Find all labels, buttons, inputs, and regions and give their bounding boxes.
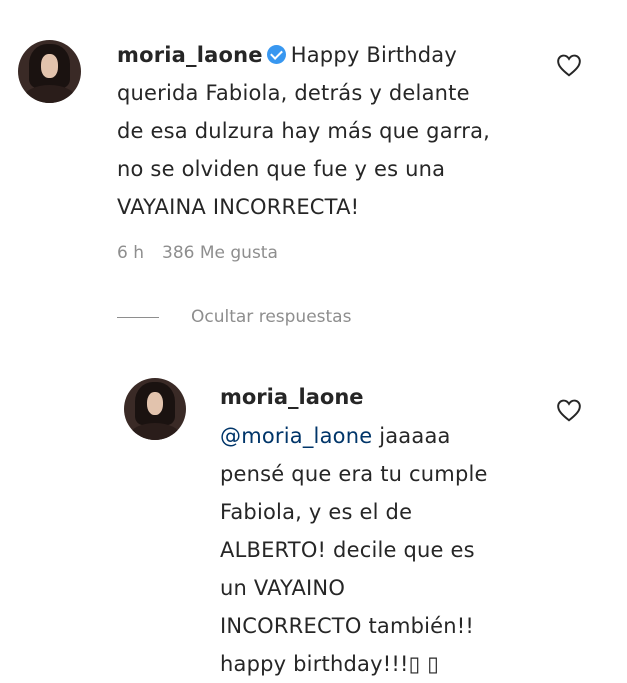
comment-time[interactable]: 6 h — [117, 243, 144, 263]
comment-line: no se olviden que fue y es una — [117, 157, 446, 181]
comment-meta: 6 h 386 Me gusta — [117, 243, 296, 263]
avatar-body — [130, 422, 180, 440]
like-reply-heart-icon[interactable] — [556, 398, 582, 422]
comment-username[interactable]: moria_laone — [117, 43, 263, 67]
reply-line: jaaaaa — [372, 424, 451, 448]
hide-replies-button[interactable]: Ocultar respuestas — [117, 307, 351, 327]
reply-body: @moria_laone jaaaaa pensé que era tu cum… — [220, 417, 488, 683]
reply-line: happy birthday!!!▯ ▯ — [220, 652, 439, 676]
verified-badge-icon — [266, 45, 286, 64]
reply-line: pensé que era tu cumple — [220, 462, 488, 486]
reply-line: Fabiola, y es el de — [220, 500, 413, 524]
like-comment-heart-icon[interactable] — [556, 53, 582, 77]
reply-mention[interactable]: @moria_laone — [220, 424, 372, 448]
comment-line: de esa dulzura hay más que garra, — [117, 119, 491, 143]
hide-replies-divider — [117, 316, 159, 318]
avatar-face — [41, 53, 58, 78]
reply-first-line: @moria_laone jaaaaa — [220, 417, 488, 455]
avatar[interactable] — [124, 378, 186, 440]
reply-line: INCORRECTO también!! — [220, 614, 475, 638]
comment-likes[interactable]: 386 Me gusta — [162, 243, 278, 263]
comment-first-line: moria_laone Happy Birthday — [117, 36, 490, 74]
comment-line: VAYAINA INCORRECTA! — [117, 195, 360, 219]
comment-line: querida Fabiola, detrás y delante — [117, 81, 470, 105]
avatar-face — [146, 391, 164, 416]
reply-username[interactable]: moria_laone — [220, 385, 364, 409]
avatar[interactable] — [18, 40, 81, 103]
hide-replies-label: Ocultar respuestas — [191, 307, 352, 327]
avatar-body — [24, 85, 75, 103]
comment-line: Happy Birthday — [290, 43, 458, 67]
reply-line: ALBERTO! decile que es — [220, 538, 475, 562]
reply-line: un VAYAINO — [220, 576, 346, 600]
comment-body: moria_laone Happy Birthday querida Fabiol… — [117, 36, 490, 226]
